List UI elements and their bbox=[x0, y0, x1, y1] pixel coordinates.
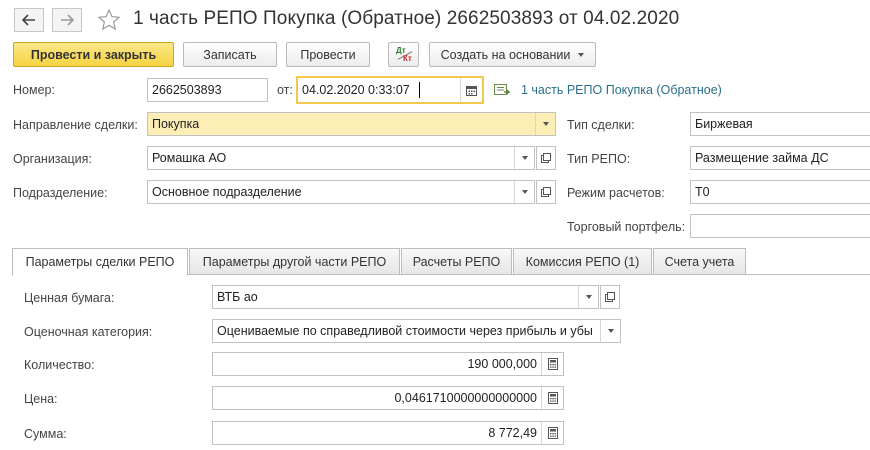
tab-repo-deal-params[interactable]: Параметры сделки РЕПО bbox=[12, 248, 188, 276]
division-select[interactable]: Основное подразделение bbox=[147, 180, 535, 204]
price-label: Цена: bbox=[24, 392, 58, 406]
quantity-value: 190 000,000 bbox=[467, 357, 537, 371]
arrow-right-icon bbox=[61, 14, 74, 26]
calendar-icon bbox=[466, 85, 477, 96]
date-label: от: bbox=[277, 83, 293, 97]
forward-button[interactable] bbox=[52, 8, 82, 32]
chevron-down-icon[interactable] bbox=[535, 113, 555, 135]
price-calculator-button[interactable] bbox=[541, 387, 563, 409]
chevron-down-icon[interactable] bbox=[514, 181, 534, 203]
direction-label: Направление сделки: bbox=[13, 118, 138, 132]
security-select[interactable]: ВТБ ао bbox=[212, 285, 599, 309]
direction-select[interactable]: Покупка bbox=[147, 112, 556, 136]
quantity-label: Количество: bbox=[24, 358, 95, 372]
post-and-close-button[interactable]: Провести и закрыть bbox=[13, 42, 174, 67]
date-input[interactable]: 04.02.2020 0:33:07 bbox=[296, 76, 484, 104]
division-value: Основное подразделение bbox=[152, 185, 302, 199]
tab-accounts[interactable]: Счета учета bbox=[653, 248, 746, 275]
settlement-mode-value: T0 bbox=[695, 185, 710, 199]
organization-select[interactable]: Ромашка АО bbox=[147, 146, 535, 170]
organization-value: Ромашка АО bbox=[152, 151, 227, 165]
repo-type-field[interactable]: Размещение займа ДС bbox=[690, 146, 870, 170]
direction-value: Покупка bbox=[152, 117, 200, 131]
chevron-down-icon[interactable] bbox=[600, 320, 620, 342]
organization-label: Организация: bbox=[13, 152, 92, 166]
portfolio-label: Торговый портфель: bbox=[567, 220, 686, 234]
linked-document-link[interactable]: 1 часть РЕПО Покупка (Обратное) bbox=[521, 83, 722, 97]
page-title: 1 часть РЕПО Покупка (Обратное) 26625038… bbox=[133, 8, 680, 29]
post-button[interactable]: Провести bbox=[286, 42, 370, 67]
tab-repo-settlements[interactable]: Расчеты РЕПО bbox=[401, 248, 512, 275]
security-open-button[interactable] bbox=[600, 285, 620, 309]
chevron-down-icon[interactable] bbox=[514, 147, 534, 169]
chevron-down-icon[interactable] bbox=[578, 286, 598, 308]
sum-input[interactable]: 8 772,49 bbox=[212, 421, 564, 445]
chevron-down-icon bbox=[578, 52, 585, 57]
sum-value: 8 772,49 bbox=[488, 426, 537, 440]
favorite-star-icon[interactable] bbox=[97, 8, 121, 35]
calculator-icon bbox=[547, 358, 558, 370]
sum-label: Сумма: bbox=[24, 427, 67, 441]
division-open-button[interactable] bbox=[536, 180, 556, 204]
back-button[interactable] bbox=[14, 8, 44, 32]
create-based-label: Создать на основании bbox=[440, 47, 571, 62]
calculator-icon bbox=[547, 392, 558, 404]
category-value: Оцениваемые по справедливой стоимости че… bbox=[217, 324, 593, 338]
number-label: Номер: bbox=[13, 83, 55, 97]
dt-kt-button[interactable]: Дт Кт bbox=[388, 42, 419, 67]
tab-repo-commission[interactable]: Комиссия РЕПО (1) bbox=[513, 248, 652, 275]
category-label: Оценочная категория: bbox=[24, 325, 153, 339]
security-value: ВТБ ао bbox=[217, 290, 258, 304]
category-select[interactable]: Оцениваемые по справедливой стоимости че… bbox=[212, 319, 621, 343]
settlement-mode-field[interactable]: T0 bbox=[690, 180, 870, 204]
portfolio-field[interactable] bbox=[690, 214, 870, 238]
arrow-left-icon bbox=[22, 14, 35, 26]
calculator-icon bbox=[547, 427, 558, 439]
calendar-button[interactable] bbox=[460, 78, 482, 102]
division-label: Подразделение: bbox=[13, 186, 108, 200]
quantity-input[interactable]: 190 000,000 bbox=[212, 352, 564, 376]
repo-type-label: Тип РЕПО: bbox=[567, 152, 631, 166]
date-value: 04.02.2020 0:33:07 bbox=[302, 83, 410, 97]
save-button[interactable]: Записать bbox=[183, 42, 277, 67]
quantity-calculator-button[interactable] bbox=[541, 353, 563, 375]
text-cursor bbox=[419, 82, 420, 98]
create-based-on-button[interactable]: Создать на основании bbox=[429, 42, 596, 67]
price-input[interactable]: 0,0461710000000000000 bbox=[212, 386, 564, 410]
linked-document-icon bbox=[494, 83, 511, 100]
open-form-icon bbox=[541, 153, 551, 163]
deal-type-label: Тип сделки: bbox=[567, 118, 635, 132]
deal-type-value: Биржевая bbox=[695, 117, 753, 131]
organization-open-button[interactable] bbox=[536, 146, 556, 170]
repo-type-value: Размещение займа ДС bbox=[695, 151, 829, 165]
price-value: 0,0461710000000000000 bbox=[394, 391, 537, 405]
number-value: 2662503893 bbox=[152, 83, 222, 97]
tab-other-part-params[interactable]: Параметры другой части РЕПО bbox=[189, 248, 400, 275]
open-form-icon bbox=[541, 187, 551, 197]
settlement-mode-label: Режим расчетов: bbox=[567, 186, 665, 200]
open-form-icon bbox=[605, 292, 615, 302]
security-label: Ценная бумага: bbox=[24, 291, 115, 305]
number-input[interactable]: 2662503893 bbox=[147, 78, 268, 102]
kt-label: Кт bbox=[403, 54, 412, 63]
deal-type-field[interactable]: Биржевая bbox=[690, 112, 870, 136]
sum-calculator-button[interactable] bbox=[541, 422, 563, 444]
